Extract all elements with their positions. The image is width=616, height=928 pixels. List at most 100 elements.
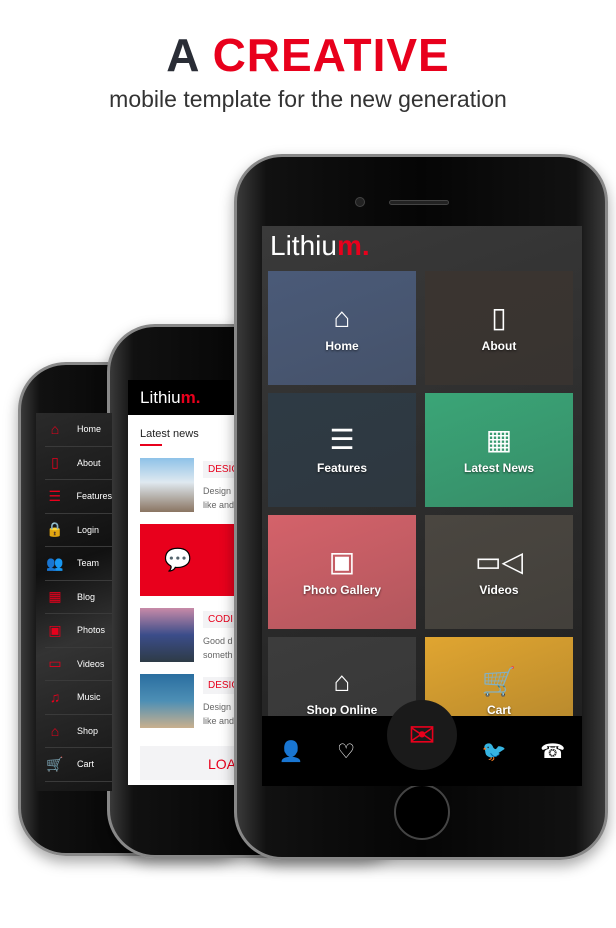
headline-prefix: A: [166, 29, 199, 81]
subtitle: mobile template for the new generation: [109, 86, 507, 112]
news-thumbnail: [140, 458, 194, 512]
bottom-bar: 👤 ♡ 🐦 ☎ ✉: [262, 700, 582, 786]
comment-icon: 💬: [164, 547, 192, 572]
brand-accent: m.: [336, 230, 370, 261]
home-button[interactable]: [394, 784, 450, 840]
load-more-button[interactable]: LOA: [140, 746, 236, 780]
sidebar-item-login[interactable]: 🔒 Login: [45, 514, 112, 547]
image-icon: ▣: [328, 546, 356, 577]
news-tag[interactable]: DESIG: [203, 677, 236, 694]
news-title: Latest news: [140, 428, 199, 440]
tile-features[interactable]: ☰ Features: [268, 393, 416, 507]
brand-accent: m.: [180, 388, 201, 407]
cart-icon: 🛒: [481, 666, 517, 697]
comment-banner[interactable]: 💬: [140, 524, 236, 596]
news-tag[interactable]: CODI: [203, 611, 236, 628]
news-thumbnail: [140, 608, 194, 662]
brand-name: Lithiu: [140, 388, 181, 407]
news-desc: someth: [203, 650, 233, 660]
news-thumbnail: [140, 674, 194, 728]
home-icon: ⌂: [50, 421, 60, 438]
tile-home[interactable]: ⌂ Home: [268, 271, 416, 385]
tile-cart[interactable]: 🛒 Cart: [425, 637, 573, 717]
tile-about[interactable]: ▯ About: [425, 271, 573, 385]
tile-label: Latest News: [463, 461, 535, 475]
news-item[interactable]: DESIG Design like and: [140, 674, 236, 728]
news-item[interactable]: DESIG Design like and: [140, 458, 236, 512]
news-item[interactable]: CODI Good d someth: [140, 608, 236, 662]
sidebar-item-label: Team: [77, 558, 100, 569]
sidebar-item-blog[interactable]: ▦ Blog: [45, 581, 112, 614]
sidebar-item-videos[interactable]: ▭ Videos: [45, 648, 112, 681]
news-tag[interactable]: DESIG: [203, 461, 236, 478]
image-icon: ▣: [48, 621, 62, 638]
sidebar-item-label: About: [77, 457, 101, 468]
sidebar-item-home[interactable]: ⌂ Home: [45, 413, 112, 447]
news-desc: Design: [203, 702, 232, 712]
heart-icon[interactable]: ♡: [337, 739, 355, 764]
news-screen: Lithium. Latest news DESIG Design like and…: [128, 380, 236, 785]
sidebar-item-label: Shop: [77, 725, 99, 736]
tile-latest-news[interactable]: ▦ Latest News: [425, 393, 573, 507]
tile-label: Features: [316, 461, 368, 475]
sidebar-item-label: Videos: [77, 658, 105, 669]
tile-shop-online[interactable]: ⌂ Shop Online: [268, 637, 416, 717]
headline-highlight: CREATIVE: [212, 29, 450, 81]
camera: [355, 197, 365, 207]
music-icon: ♫: [49, 689, 61, 706]
tile-label: Videos: [479, 583, 519, 597]
calendar-icon: ▦: [485, 424, 513, 455]
sidebar-item-label: Login: [77, 524, 100, 535]
sidebar-item-label: Home: [77, 424, 102, 435]
sidebar-item-label: Features: [76, 491, 112, 502]
twitter-icon[interactable]: 🐦: [482, 739, 507, 764]
home-icon: ⌂: [333, 302, 351, 333]
sidebar-item-about[interactable]: ▯ About: [45, 447, 112, 480]
sidebar-item-label: Cart: [77, 759, 95, 770]
tile-photo-gallery[interactable]: ▣ Photo Gallery: [268, 515, 416, 629]
tile-label: About: [481, 339, 517, 353]
tile-videos[interactable]: ▭◁ Videos: [425, 515, 573, 629]
mail-button[interactable]: ✉: [387, 700, 457, 770]
user-icon[interactable]: 👤: [279, 739, 304, 764]
tile-label: Home: [325, 339, 359, 353]
sidebar-item-shop[interactable]: ⌂ Shop: [45, 715, 112, 748]
video-icon: ▭: [48, 655, 62, 672]
news-desc: like and: [203, 500, 235, 510]
news-desc: Good d: [203, 636, 233, 646]
list-icon: ☰: [329, 424, 355, 455]
brand-logo: Lithium.: [128, 380, 236, 415]
users-icon: 👥: [46, 554, 64, 571]
title-underline: [140, 444, 162, 446]
shop-icon: ⌂: [50, 722, 60, 739]
sidebar-item-photos[interactable]: ▣ Photos: [45, 614, 112, 648]
brand-logo: Lithium.: [270, 230, 370, 262]
sidebar-item-team[interactable]: 👥 Team: [45, 547, 112, 581]
brand-name: Lithiu: [270, 230, 337, 261]
phone-icon: ▯: [51, 454, 59, 471]
sidebar-item-music[interactable]: ♫ Music: [45, 681, 112, 715]
phone-icon: ▯: [491, 302, 507, 333]
news-desc: Design: [203, 486, 232, 496]
video-icon: ▭◁: [475, 546, 523, 577]
news-desc: like and: [203, 716, 235, 726]
list-icon: ☰: [48, 487, 62, 504]
headline: A CREATIVE: [0, 28, 616, 82]
tile-label: Shop Online: [306, 703, 378, 717]
telephone-icon[interactable]: ☎: [540, 739, 565, 764]
side-menu-screen: ⌂ Home ▯ About ☰ Features 🔒 Login 👥 Team ▦ Blog ▣ Pho…: [36, 413, 112, 791]
sidebar-item-cart[interactable]: 🛒 Cart: [45, 748, 112, 782]
main-menu-screen: Lithium. ⌂ Home ▯ About ☰ Features ▦ Latest New…: [262, 226, 582, 786]
sidebar-item-label: Music: [77, 692, 101, 703]
lock-icon: 🔒: [46, 521, 64, 538]
shop-icon: ⌂: [333, 666, 351, 697]
sidebar-item-features[interactable]: ☰ Features: [45, 480, 112, 514]
tile-label: Cart: [486, 703, 511, 717]
tile-label: Photo Gallery: [302, 583, 382, 597]
calendar-icon: ▦: [48, 588, 62, 605]
speaker: [389, 200, 449, 205]
mail-icon: ✉: [408, 717, 436, 753]
cart-icon: 🛒: [46, 755, 64, 772]
sidebar-item-label: Blog: [77, 591, 96, 602]
sidebar-item-label: Photos: [77, 625, 106, 636]
